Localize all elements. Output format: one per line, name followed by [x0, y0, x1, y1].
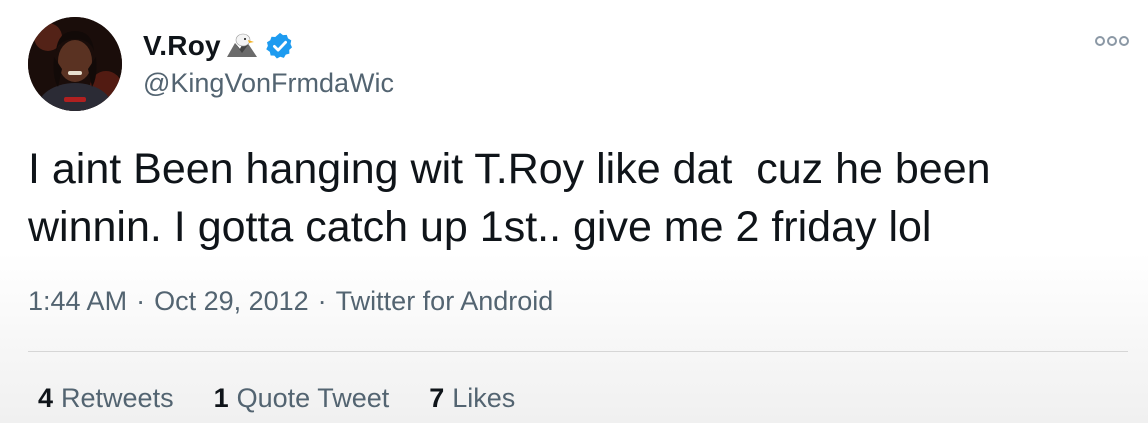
retweets-stat[interactable]: 4 Retweets — [38, 383, 174, 414]
tweet-date[interactable]: Oct 29, 2012 — [154, 286, 309, 317]
likes-label: Likes — [452, 383, 516, 413]
tweet-text: I aint Been hanging wit T.Roy like dat c… — [28, 145, 1003, 251]
quote-tweets-stat[interactable]: 1 Quote Tweet — [214, 383, 390, 414]
retweets-count: 4 — [38, 383, 54, 413]
avatar[interactable] — [28, 17, 122, 111]
likes-count: 7 — [429, 383, 445, 413]
tweet-time[interactable]: 1:44 AM — [28, 286, 127, 317]
display-name[interactable]: V.Roy — [143, 30, 221, 62]
separator-dot: · — [317, 286, 327, 316]
tweet-stats: 4 Retweets 1 Quote Tweet 7 Likes — [38, 383, 555, 414]
quote-tweets-label: Quote Tweet — [236, 383, 390, 413]
name-row: V.Roy — [143, 28, 295, 64]
eagle-icon — [226, 33, 257, 57]
tweet-card: V.Roy @KingVonFrmdaWic I aint Been hangi… — [0, 0, 1148, 423]
tweet-source[interactable]: Twitter for Android — [336, 286, 554, 317]
retweets-label: Retweets — [61, 383, 174, 413]
likes-stat[interactable]: 7 Likes — [429, 383, 515, 414]
user-handle[interactable]: @KingVonFrmdaWic — [143, 68, 394, 99]
tweet-metadata: 1:44 AM · Oct 29, 2012 · Twitter for And… — [28, 286, 553, 317]
more-options-icon[interactable] — [1094, 34, 1130, 48]
verified-badge-icon — [266, 32, 292, 59]
quote-tweets-count: 1 — [213, 383, 229, 413]
separator-dot: · — [136, 286, 146, 316]
divider — [28, 351, 1128, 352]
